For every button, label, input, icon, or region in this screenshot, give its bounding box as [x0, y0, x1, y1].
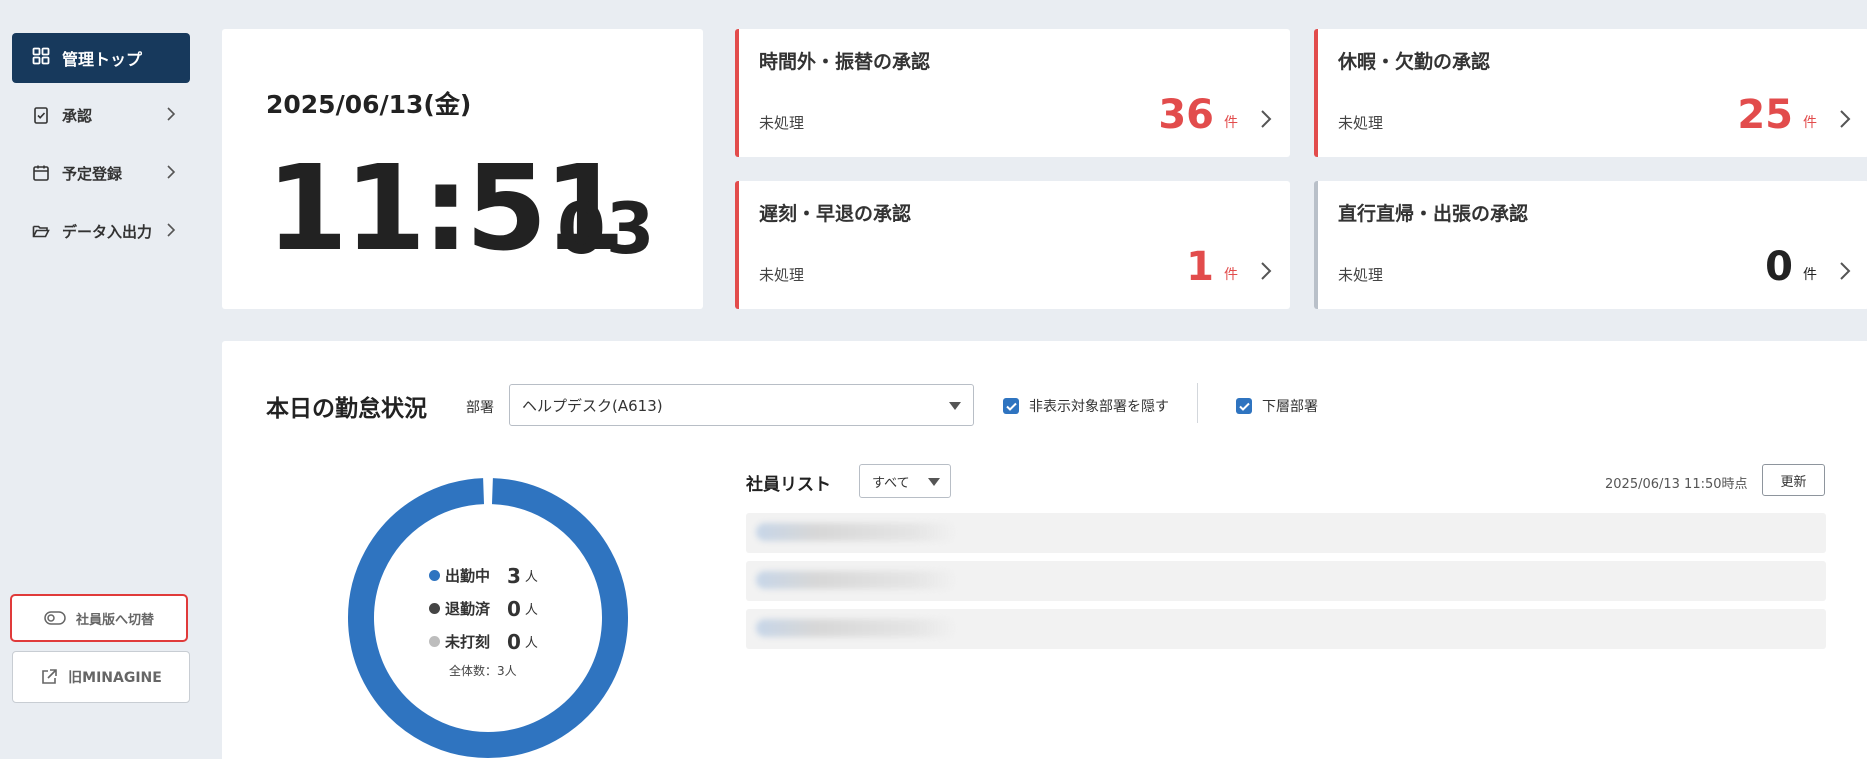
dept-select[interactable]: ヘルプデスク(A613) — [509, 384, 974, 426]
as-of-timestamp: 2025/06/13 11:50時点 — [1605, 477, 1748, 492]
blurred-employee-info — [756, 571, 956, 589]
approval-card-overtime[interactable]: 時間外・振替の承認 未処理 36 件 — [735, 29, 1290, 157]
approval-card-title: 直行直帰・出張の承認 — [1338, 203, 1529, 225]
old-minagine-button[interactable]: 旧MINAGINE — [12, 651, 190, 703]
approval-card-title: 休暇・欠勤の承認 — [1338, 51, 1491, 73]
table-row[interactable] — [746, 513, 1826, 553]
legend-dot — [429, 636, 440, 647]
legend-count: 3 — [507, 563, 521, 588]
hide-hidden-depts-checkbox[interactable]: 非表示対象部署を隠す — [1003, 396, 1169, 416]
divider — [1197, 383, 1198, 423]
chevron-right-icon[interactable] — [1260, 261, 1272, 285]
checkbox-label: 下層部署 — [1262, 399, 1318, 415]
legend-count: 0 — [507, 596, 521, 621]
chevron-right-icon — [166, 106, 176, 126]
approval-card-late-early[interactable]: 遅刻・早退の承認 未処理 1 件 — [735, 181, 1290, 309]
legend-dot — [429, 603, 440, 614]
chevron-right-icon — [166, 222, 176, 242]
chevron-right-icon[interactable] — [1260, 109, 1272, 133]
approval-count: 0 — [1765, 244, 1793, 290]
approval-count: 36 — [1158, 92, 1214, 138]
sidebar-item-schedule[interactable]: 予定登録 — [12, 153, 190, 193]
legend-label: 未打刻 — [445, 633, 491, 651]
blurred-employee-info — [756, 523, 956, 541]
folder-open-icon — [32, 222, 50, 240]
approval-card-title: 時間外・振替の承認 — [759, 51, 931, 73]
employee-filter-select[interactable]: すべて — [859, 464, 951, 498]
employee-list-title: 社員リスト — [746, 475, 831, 495]
legend-unit: 人 — [524, 570, 538, 585]
approval-card-status: 未処理 — [1338, 114, 1384, 132]
grid-icon — [32, 47, 50, 69]
legend-item-left: 退勤済 0 人 — [429, 592, 559, 625]
sidebar-item-label: データ入出力 — [62, 222, 153, 241]
legend-label: 退勤済 — [445, 600, 491, 618]
approval-card-direct-trip[interactable]: 直行直帰・出張の承認 未処理 0 件 — [1314, 181, 1867, 309]
approval-card-status: 未処理 — [759, 114, 805, 132]
old-button-label: 旧MINAGINE — [68, 670, 162, 686]
checkbox-checked-icon — [1003, 398, 1019, 414]
approval-card-leave[interactable]: 休暇・欠勤の承認 未処理 25 件 — [1314, 29, 1867, 157]
attendance-status-card: 本日の勤怠状況 部署 ヘルプデスク(A613) 非表示対象部署を隠す 下層部署 … — [222, 341, 1867, 759]
sidebar: 管理トップ 承認 予定登録 データ入出力 社員版へ切替 旧MINAGINE — [0, 0, 202, 759]
legend-item-working: 出勤中 3 人 — [429, 559, 559, 592]
clock-date: 2025/06/13(金) — [266, 90, 472, 119]
legend-unit: 人 — [524, 636, 538, 651]
refresh-button[interactable]: 更新 — [1762, 464, 1825, 496]
clock-card: 2025/06/13(金) 11:51 03 — [222, 29, 703, 309]
calendar-icon — [32, 164, 50, 182]
approval-count: 25 — [1737, 92, 1793, 138]
toggle-icon — [44, 611, 66, 625]
blurred-employee-info — [756, 619, 956, 637]
external-link-icon — [40, 668, 58, 686]
approval-card-status: 未処理 — [759, 266, 805, 284]
checkbox-checked-icon — [1236, 398, 1252, 414]
table-row[interactable] — [746, 609, 1826, 649]
legend-count: 0 — [507, 629, 521, 654]
approval-card-status: 未処理 — [1338, 266, 1384, 284]
switch-button-label: 社員版へ切替 — [75, 612, 154, 628]
checkbox-label: 非表示対象部署を隠す — [1029, 399, 1169, 415]
legend-total: 全体数：3人 — [449, 664, 517, 678]
approval-count-unit: 件 — [1803, 267, 1817, 283]
legend-dot — [429, 570, 440, 581]
chevron-right-icon[interactable] — [1839, 261, 1851, 285]
sidebar-item-label: 予定登録 — [62, 164, 123, 183]
approval-card-title: 遅刻・早退の承認 — [759, 203, 912, 225]
table-row[interactable] — [746, 561, 1826, 601]
sidebar-item-label: 管理トップ — [62, 50, 143, 69]
sidebar-item-admin-top[interactable]: 管理トップ — [12, 33, 190, 83]
approval-count-unit: 件 — [1224, 115, 1238, 131]
legend-unit: 人 — [524, 603, 538, 618]
chevron-right-icon — [166, 164, 176, 184]
switch-to-employee-button[interactable]: 社員版へ切替 — [10, 594, 188, 642]
sidebar-item-approval[interactable]: 承認 — [12, 95, 190, 135]
clipboard-check-icon — [32, 106, 50, 124]
sidebar-item-data-io[interactable]: データ入出力 — [12, 211, 190, 251]
caret-down-icon — [928, 478, 940, 486]
sub-dept-checkbox[interactable]: 下層部署 — [1236, 396, 1318, 416]
caret-down-icon — [949, 402, 961, 410]
approval-count-unit: 件 — [1224, 267, 1238, 283]
donut-legend: 出勤中 3 人 退勤済 0 人 未打刻 0 人 全体数：3人 — [429, 559, 559, 679]
chevron-right-icon[interactable] — [1839, 109, 1851, 133]
sidebar-item-label: 承認 — [62, 106, 93, 125]
clock-seconds: 03 — [557, 188, 655, 270]
approval-count-unit: 件 — [1803, 115, 1817, 131]
filter-select-value: すべて — [872, 475, 910, 491]
approval-count: 1 — [1186, 244, 1214, 290]
legend-label: 出勤中 — [445, 567, 491, 585]
status-title: 本日の勤怠状況 — [266, 396, 427, 422]
legend-item-not-stamped: 未打刻 0 人 — [429, 625, 559, 658]
dept-select-value: ヘルプデスク(A613) — [522, 396, 663, 415]
dept-label: 部署 — [466, 400, 494, 416]
